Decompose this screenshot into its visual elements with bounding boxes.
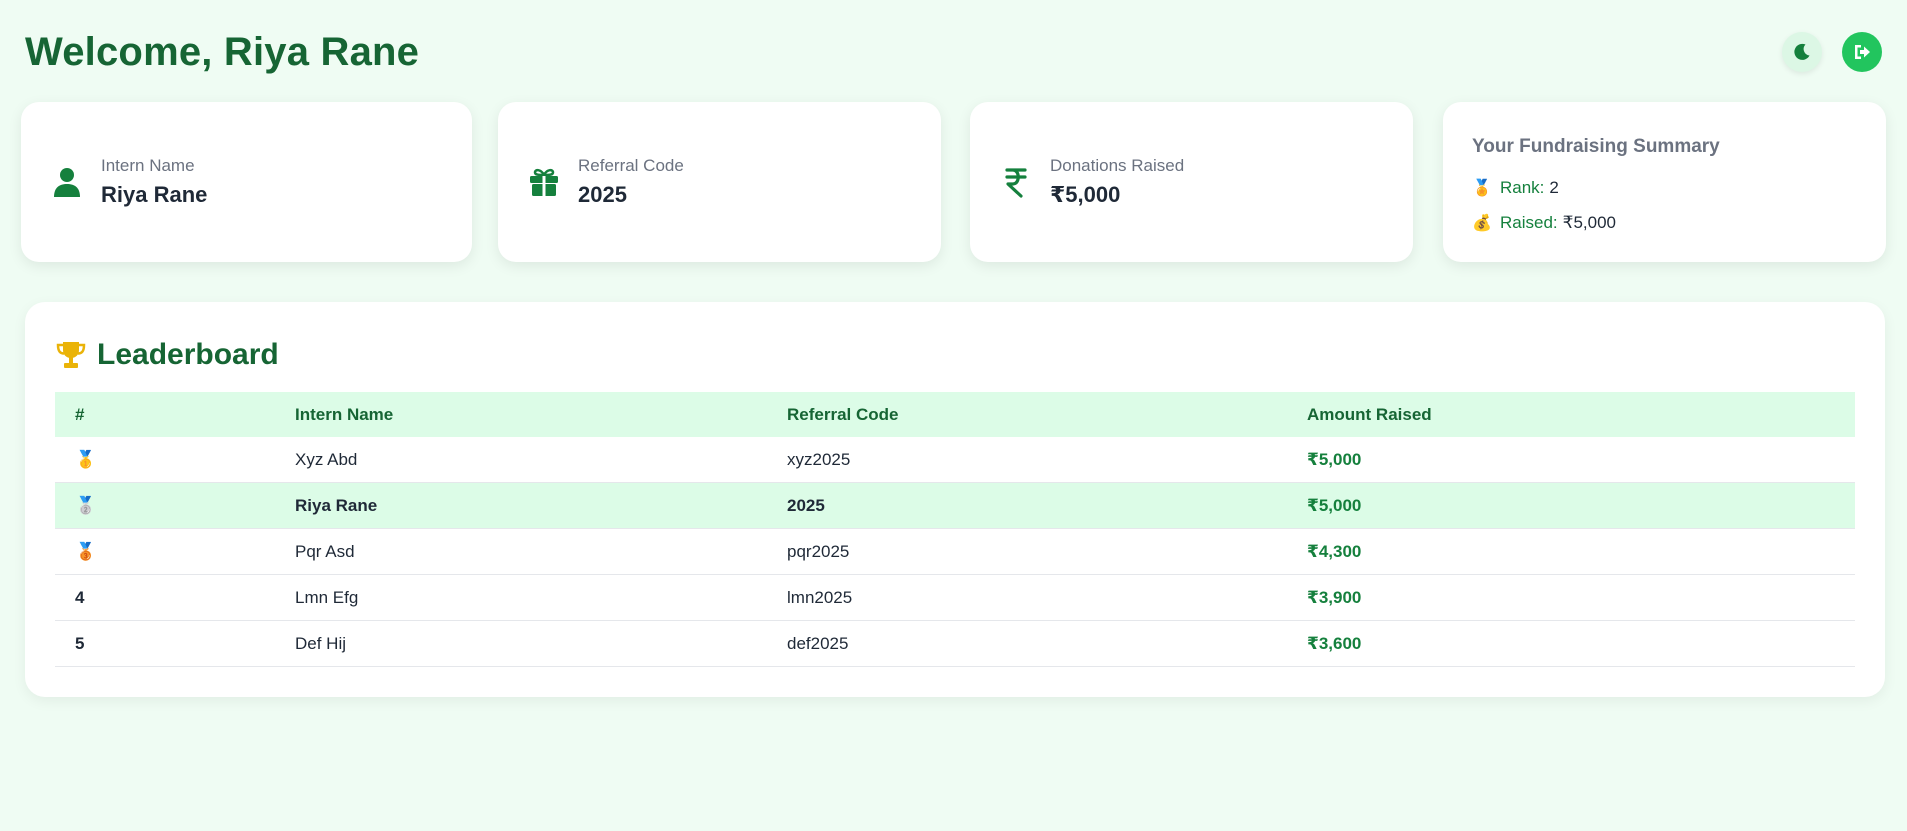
rupee-icon bbox=[1000, 166, 1032, 198]
table-row-current-user: 🥈 Riya Rane 2025 ₹5,000 bbox=[55, 482, 1855, 529]
leaderboard-title: Leaderboard bbox=[97, 338, 279, 371]
rank-value: 2 bbox=[1549, 177, 1559, 197]
rank-cell: 🥇 bbox=[55, 437, 275, 483]
moon-icon bbox=[1794, 43, 1810, 60]
card-value: 2025 bbox=[578, 182, 627, 207]
name-cell: Xyz Abd bbox=[275, 437, 767, 483]
table-row: 🥇 Xyz Abd xyz2025 ₹5,000 bbox=[55, 437, 1855, 483]
raised-value: ₹5,000 bbox=[1562, 212, 1616, 232]
table-row: 4 Lmn Efg lmn2025 ₹3,900 bbox=[55, 574, 1855, 621]
leaderboard-table: # Intern Name Referral Code Amount Raise… bbox=[55, 392, 1855, 667]
column-header-name: Intern Name bbox=[275, 392, 767, 437]
amount-cell: ₹5,000 bbox=[1287, 437, 1855, 483]
table-header-row: # Intern Name Referral Code Amount Raise… bbox=[55, 392, 1855, 437]
rank-cell: 4 bbox=[55, 574, 275, 621]
card-value: Riya Rane bbox=[101, 182, 208, 207]
theme-toggle-button[interactable] bbox=[1782, 32, 1822, 72]
leaderboard-header: Leaderboard bbox=[55, 332, 1855, 378]
rank-label: Rank: bbox=[1500, 177, 1545, 197]
raised-label: Raised: bbox=[1500, 212, 1558, 232]
card-label: Referral Code bbox=[578, 156, 684, 175]
logout-button[interactable] bbox=[1842, 32, 1882, 72]
name-cell: Def Hij bbox=[275, 620, 767, 667]
code-cell: pqr2025 bbox=[767, 528, 1287, 575]
intern-name-text: Intern Name Riya Rane bbox=[101, 156, 207, 208]
amount-cell: ₹3,600 bbox=[1287, 620, 1855, 667]
referral-code-card: Referral Code 2025 bbox=[498, 102, 941, 262]
name-cell: Pqr Asd bbox=[275, 528, 767, 575]
logout-icon bbox=[1855, 45, 1870, 59]
card-label: Donations Raised bbox=[1050, 156, 1185, 175]
table-row: 5 Def Hij def2025 ₹3,600 bbox=[55, 620, 1855, 667]
top-actions bbox=[1782, 32, 1882, 72]
leaderboard-panel: Leaderboard # Intern Name Referral Code … bbox=[25, 302, 1885, 697]
gift-icon bbox=[528, 166, 560, 198]
summary-rank-row: 🏅 Rank: 2 bbox=[1472, 170, 1886, 205]
trophy-icon bbox=[56, 342, 86, 368]
summary-title: Your Fundraising Summary bbox=[1472, 136, 1720, 157]
rank-cell: 🥈 bbox=[55, 482, 275, 529]
page-title: Welcome, Riya Rane bbox=[25, 29, 420, 74]
amount-cell: ₹4,300 bbox=[1287, 528, 1855, 575]
table-row: 🥉 Pqr Asd pqr2025 ₹4,300 bbox=[55, 528, 1855, 575]
medal-icon: 🏅 bbox=[1472, 179, 1492, 197]
top-bar: Welcome, Riya Rane bbox=[25, 22, 1882, 82]
name-cell: Riya Rane bbox=[275, 482, 767, 529]
stats-cards: Intern Name Riya Rane Referral Code 2025 bbox=[21, 102, 1886, 262]
code-cell: xyz2025 bbox=[767, 437, 1287, 483]
donations-raised-text: Donations Raised ₹5,000 bbox=[1050, 156, 1184, 208]
code-cell: lmn2025 bbox=[767, 574, 1287, 621]
money-bag-icon: 💰 bbox=[1472, 214, 1492, 232]
card-value: ₹5,000 bbox=[1050, 182, 1121, 207]
user-icon bbox=[51, 166, 83, 198]
intern-name-card: Intern Name Riya Rane bbox=[21, 102, 472, 262]
amount-cell: ₹5,000 bbox=[1287, 482, 1855, 529]
card-label: Intern Name bbox=[101, 156, 195, 175]
rank-cell: 5 bbox=[55, 620, 275, 667]
name-cell: Lmn Efg bbox=[275, 574, 767, 621]
referral-code-text: Referral Code 2025 bbox=[578, 156, 684, 208]
column-header-rank: # bbox=[55, 392, 275, 437]
fundraising-summary-card: Your Fundraising Summary 🏅 Rank: 2 💰 Rai… bbox=[1443, 102, 1886, 262]
summary-raised-row: 💰 Raised: ₹5,000 bbox=[1472, 205, 1886, 240]
amount-cell: ₹3,900 bbox=[1287, 574, 1855, 621]
column-header-code: Referral Code bbox=[767, 392, 1287, 437]
code-cell: def2025 bbox=[767, 620, 1287, 667]
column-header-amount: Amount Raised bbox=[1287, 392, 1855, 437]
code-cell: 2025 bbox=[767, 482, 1287, 529]
rank-cell: 🥉 bbox=[55, 528, 275, 575]
donations-raised-card: Donations Raised ₹5,000 bbox=[970, 102, 1413, 262]
